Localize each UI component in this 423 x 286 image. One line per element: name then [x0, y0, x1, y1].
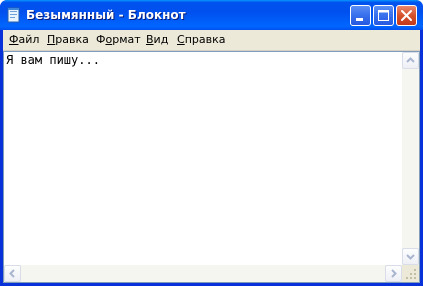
window-title: Безымянный - Блокнот [26, 8, 186, 22]
notepad-window: Безымянный - Блокнот Файл Правка Формат … [0, 0, 423, 286]
chevron-right-icon [391, 269, 397, 278]
menu-format[interactable]: Формат [96, 33, 141, 46]
chevron-left-icon [9, 269, 15, 278]
vertical-scrollbar[interactable] [402, 52, 419, 265]
close-button[interactable] [396, 5, 417, 26]
chevron-up-icon [406, 57, 415, 63]
text-editor[interactable]: Я вам пишу... [3, 51, 420, 283]
scroll-left-button[interactable] [4, 265, 21, 282]
scroll-right-button[interactable] [385, 265, 402, 282]
resize-grip[interactable] [402, 265, 419, 282]
window-frame: Файл Правка Формат Вид Справка Я вам пиш… [3, 30, 420, 283]
title-bar[interactable]: Безымянный - Блокнот [0, 0, 423, 30]
horizontal-scrollbar[interactable] [4, 265, 402, 282]
editor-text[interactable]: Я вам пишу... [6, 53, 100, 67]
menu-bar: Файл Правка Формат Вид Справка [3, 30, 420, 51]
maximize-button[interactable] [373, 5, 394, 26]
notepad-icon[interactable] [6, 7, 22, 23]
minimize-icon [356, 18, 363, 21]
minimize-button[interactable] [350, 5, 371, 26]
scroll-down-button[interactable] [402, 248, 419, 265]
maximize-icon [378, 10, 389, 21]
chevron-down-icon [406, 254, 415, 260]
menu-file[interactable]: Файл [9, 33, 39, 46]
menu-help[interactable]: Справка [177, 33, 225, 46]
close-icon [401, 10, 412, 21]
scroll-up-button[interactable] [402, 52, 419, 69]
menu-edit[interactable]: Правка [47, 33, 89, 46]
menu-view[interactable]: Вид [146, 33, 168, 46]
resize-grip-icon [406, 269, 416, 279]
